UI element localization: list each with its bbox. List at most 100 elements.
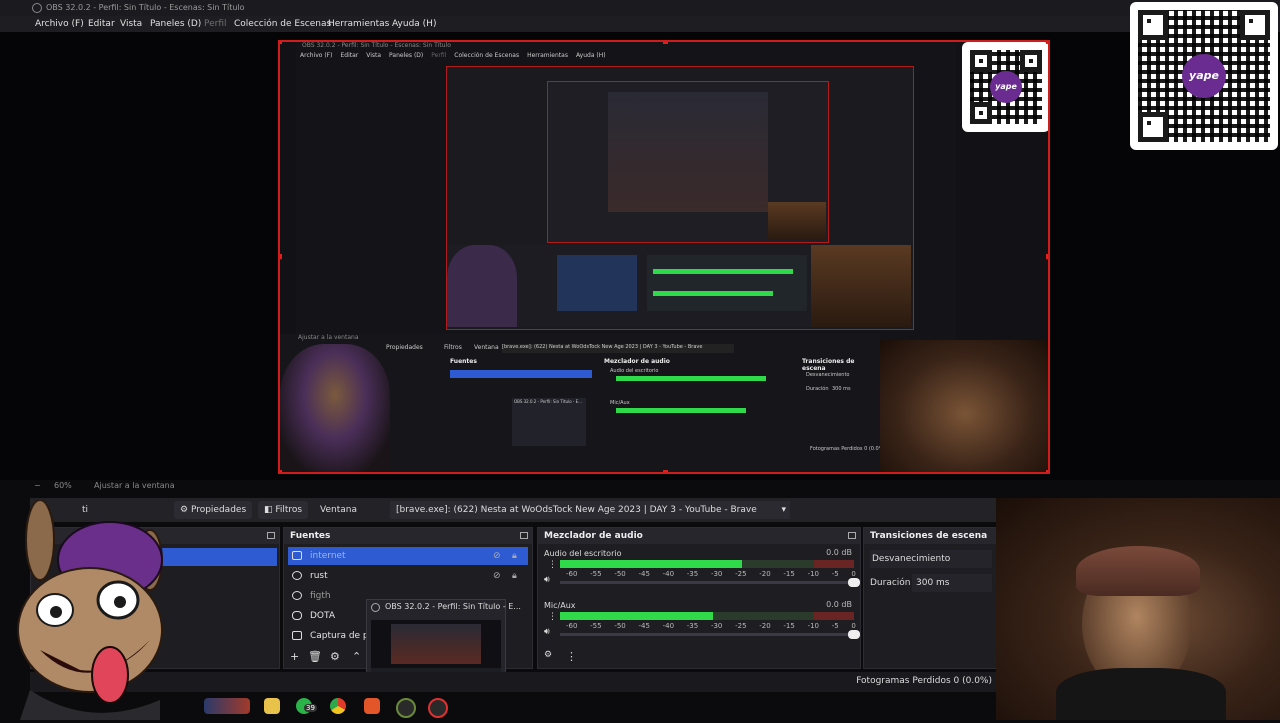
menu-coleccion-escenas[interactable]: Colección de Escenas — [234, 16, 331, 32]
nested-popup-title: OBS 32.0.2 - Perfil: Sin Título - E... — [514, 399, 582, 404]
nested-menu-item: Vista — [366, 52, 382, 59]
meter-tick: -35 — [686, 570, 699, 578]
nested-transition-type: Desvanecimiento — [806, 372, 850, 378]
source-name: rust — [310, 571, 328, 581]
add-source-button[interactable]: + — [290, 650, 299, 663]
properties-button[interactable]: ⚙ Propiedades — [174, 501, 253, 519]
resize-handle[interactable] — [280, 470, 282, 472]
obs-taskbar-icon[interactable] — [428, 698, 448, 718]
nested-preview-2 — [446, 66, 914, 330]
zoom-minus-icon[interactable]: − — [34, 481, 41, 490]
nested-meter-desktop — [616, 376, 766, 381]
folder-icon[interactable] — [264, 698, 280, 714]
chrome-icon[interactable] — [330, 698, 346, 714]
nested-dock: Ajustar a la ventana Propiedades Filtros… — [280, 334, 885, 472]
channel-name: Mic/Aux — [544, 601, 576, 610]
speaker-icon[interactable]: 🔊︎ — [544, 627, 550, 637]
nested-menu-item: Perfil — [431, 52, 447, 59]
resize-handle[interactable] — [1046, 42, 1048, 44]
lock-icon[interactable]: 🔒︎ — [512, 567, 517, 585]
advanced-audio-icon[interactable]: ⚙ — [544, 650, 552, 660]
meter-tick: -60 — [566, 622, 578, 630]
visibility-icon[interactable]: ⊘ — [493, 547, 501, 565]
menu-vista[interactable]: Vista — [120, 16, 142, 32]
more-options-icon[interactable]: ⋮ — [548, 560, 557, 570]
window-titlebar: OBS 32.0.2 - Perfil: Sin Título - Escena… — [0, 0, 1280, 16]
resize-handle[interactable] — [1046, 470, 1048, 472]
nested-menu-item: Herramientas — [527, 52, 568, 59]
yape-qr-code: yape — [962, 42, 1048, 132]
more-options-icon[interactable]: ⋮ — [548, 612, 557, 622]
nested-props-button: Propiedades — [386, 344, 423, 351]
menu-perfil[interactable]: Perfil — [204, 16, 227, 32]
eye-icon — [292, 571, 302, 580]
volume-meter — [560, 612, 854, 620]
speaker-icon[interactable]: 🔊︎ — [544, 575, 550, 585]
meter-tick: -55 — [590, 622, 602, 630]
brave-icon[interactable] — [364, 698, 380, 714]
nested-menubar: Archivo (F) Editar Vista Paneles (D) Per… — [300, 52, 950, 62]
meter-level — [560, 612, 713, 620]
menu-archivo[interactable]: Archivo (F) — [35, 16, 84, 32]
meter-peak-zone — [814, 560, 854, 568]
channel-name: Audio del escritorio — [544, 549, 622, 558]
resize-handle[interactable] — [663, 470, 668, 472]
volume-slider[interactable] — [560, 578, 860, 587]
nested-menu-item: Editar — [340, 52, 359, 59]
nested-desktop-label: Audio del escritorio — [610, 368, 659, 374]
nested-preview-3 — [547, 81, 829, 243]
zoom-level[interactable]: 60% — [54, 481, 72, 490]
app-icon[interactable] — [396, 698, 416, 718]
popout-icon[interactable] — [520, 532, 528, 539]
properties-label: Propiedades — [190, 505, 247, 515]
source-settings-button[interactable]: ⚙ — [330, 650, 340, 663]
remove-source-button[interactable]: 🗑︎ — [308, 650, 322, 663]
transition-select[interactable]: Desvanecimiento — [870, 550, 992, 568]
meter-tick: 0 — [851, 570, 856, 578]
volume-knob[interactable] — [848, 578, 860, 587]
menu-paneles[interactable]: Paneles (D) — [150, 16, 201, 32]
resize-handle[interactable] — [280, 42, 282, 44]
source-item[interactable]: rust ⊘ 🔒︎ — [288, 567, 528, 585]
eye-icon — [292, 591, 302, 600]
audio-mixer-panel: Mezclador de audio Audio del escritorio … — [537, 527, 861, 669]
thumb-content — [391, 624, 481, 664]
popout-icon[interactable] — [848, 532, 856, 539]
game-app-icon[interactable] — [204, 698, 250, 714]
yape-logo: yape — [990, 71, 1022, 103]
volume-slider[interactable] — [560, 630, 860, 639]
nested-duration: 300 ms — [832, 386, 851, 392]
chevron-down-icon: ▾ — [781, 505, 786, 515]
meter-tick: -60 — [566, 570, 578, 578]
meter-tick: -40 — [662, 570, 675, 578]
volume-knob[interactable] — [848, 630, 860, 639]
nested-duration-label: Duración — [806, 386, 829, 392]
menu-ayuda[interactable]: Ayuda (H) — [392, 16, 436, 32]
duration-input[interactable]: 300 ms — [912, 574, 992, 592]
fit-window-toggle[interactable]: Ajustar a la ventana — [94, 481, 175, 490]
meter-tick: -50 — [614, 622, 626, 630]
filters-button[interactable]: ◧ Filtros — [258, 501, 309, 519]
resize-handle[interactable] — [663, 42, 668, 44]
nested-sources-title: Fuentes — [450, 358, 477, 365]
window-title: OBS 32.0.2 - Perfil: Sin Título - Escena… — [46, 3, 245, 12]
nested-menu-item: Ayuda (H) — [575, 52, 606, 59]
popout-icon[interactable] — [267, 532, 275, 539]
mixer-header: Mezclador de audio — [538, 528, 860, 544]
mixer-menu-icon[interactable]: ⋮ — [566, 650, 577, 663]
source-item[interactable]: internet ⊘ 🔒︎ — [288, 547, 528, 565]
nested-obs-window: OBS 32.0.2 - Perfil: Sin Título - Escena… — [296, 42, 956, 342]
whatsapp-icon[interactable]: 39 — [296, 698, 317, 714]
menu-editar[interactable]: Editar — [88, 16, 115, 32]
lock-icon[interactable]: 🔒︎ — [512, 547, 517, 565]
menu-herramientas[interactable]: Herramientas — [328, 16, 389, 32]
transition-type: Desvanecimiento — [872, 554, 951, 564]
nested-mascot — [280, 344, 390, 472]
nested-transitions-title: Transiciones de escena — [802, 358, 855, 372]
visibility-icon[interactable]: ⊘ — [493, 567, 501, 585]
resize-handle[interactable] — [280, 254, 282, 259]
window-select[interactable]: [brave.exe]: (622) Nesta at WoOdsTock Ne… — [390, 501, 790, 519]
move-up-button[interactable]: ⌃ — [352, 650, 361, 663]
resize-handle[interactable] — [1046, 254, 1048, 259]
preview-canvas[interactable]: OBS 32.0.2 - Perfil: Sin Título - Escena… — [278, 40, 1050, 474]
